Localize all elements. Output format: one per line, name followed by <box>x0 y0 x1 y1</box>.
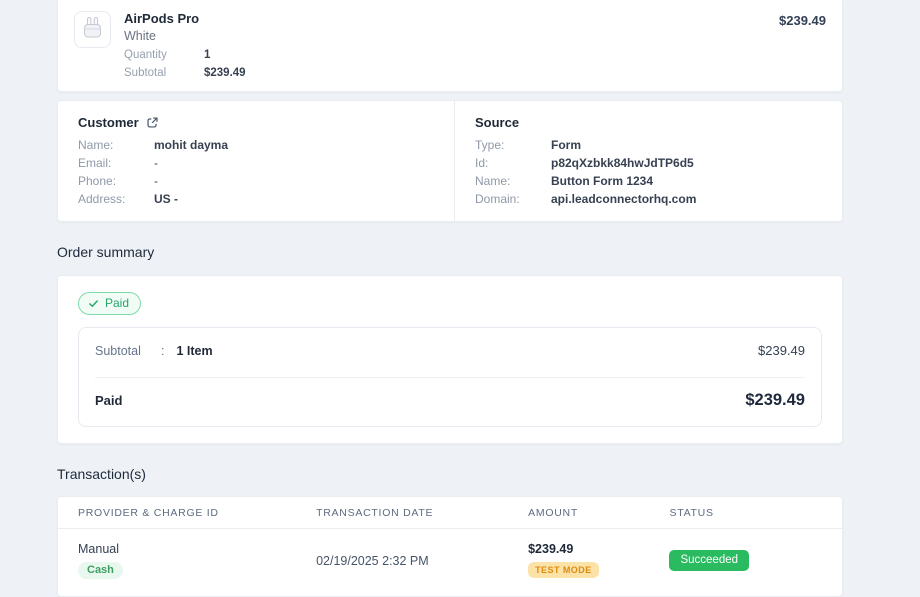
check-icon <box>88 298 99 309</box>
phone-label: Phone: <box>78 174 117 188</box>
amount-cell: $239.49 TEST MODE <box>528 542 669 579</box>
customer-address-row: Address: US - <box>78 190 434 208</box>
provider-name: Manual <box>78 542 119 556</box>
transaction-row: Manual Cash 02/19/2025 2:32 PM $239.49 T… <box>58 529 842 596</box>
source-id-link[interactable]: p82qXzbkk84hwJdTP6d5 <box>551 156 694 170</box>
summary-subtotal-label: Subtotal <box>95 343 141 358</box>
payment-method-badge: Cash <box>78 562 123 579</box>
customer-section: Customer Name: mohit dayma Email: - Phon… <box>58 101 454 221</box>
name-label: Name: <box>78 138 114 152</box>
summary-paid-row: Paid $239.49 <box>95 391 805 410</box>
column-transaction-date: TRANSACTION DATE <box>316 507 434 519</box>
id-label: Id: <box>475 156 489 170</box>
column-status: STATUS <box>669 507 714 519</box>
transactions-table-header: PROVIDER & CHARGE ID TRANSACTION DATE AM… <box>58 497 842 529</box>
status-badge: Succeeded <box>669 550 750 571</box>
order-summary-heading: Order summary <box>57 244 155 260</box>
subtotal-label: Subtotal <box>124 67 167 79</box>
customer-name-row: Name: mohit dayma <box>78 136 434 154</box>
customer-heading: Customer <box>78 113 434 131</box>
product-variant: White <box>124 29 156 43</box>
external-link-icon[interactable] <box>146 116 159 129</box>
source-section: Source Type: Form Id: p82qXzbkk84hwJdTP6… <box>454 101 842 221</box>
product-image <box>74 11 111 48</box>
phone-value: - <box>154 174 158 188</box>
summary-paid-amount: $239.49 <box>745 391 805 409</box>
email-label: Email: <box>78 156 112 170</box>
source-title: Source <box>475 114 520 130</box>
summary-colon: : <box>161 343 165 358</box>
source-name-label: Name: <box>475 174 511 188</box>
status-cell: Succeeded <box>669 542 822 579</box>
source-name-row: Name: Button Form 1234 <box>475 172 822 190</box>
summary-subtotal-amount: $239.49 <box>758 343 805 358</box>
column-provider-charge-id: PROVIDER & CHARGE ID <box>78 507 219 519</box>
product-price: $239.49 <box>779 13 826 28</box>
summary-box: Subtotal : 1 Item $239.49 Paid $239.49 <box>78 327 822 427</box>
transactions-table: PROVIDER & CHARGE ID TRANSACTION DATE AM… <box>57 496 843 597</box>
source-domain-row: Domain: api.leadconnectorhq.com <box>475 190 822 208</box>
name-value: mohit dayma <box>154 138 229 152</box>
source-type-row: Type: Form <box>475 136 822 154</box>
test-mode-badge: TEST MODE <box>528 562 599 578</box>
summary-paid-label: Paid <box>95 393 123 408</box>
customer-email-row: Email: - <box>78 154 434 172</box>
product-subtotal-row: Subtotal $239.49 <box>124 67 779 79</box>
source-name-value: Button Form 1234 <box>551 174 654 188</box>
quantity-label: Quantity <box>124 49 167 61</box>
source-domain-link[interactable]: api.leadconnectorhq.com <box>551 192 696 206</box>
airpods-product-icon <box>79 14 106 46</box>
address-label: Address: <box>78 192 126 206</box>
order-summary-card: Paid Subtotal : 1 Item $239.49 Paid $239… <box>57 275 843 444</box>
address-value: US - <box>154 192 178 206</box>
product-name: AirPods Pro <box>124 11 200 26</box>
transaction-date: 02/19/2025 2:32 PM <box>316 553 429 568</box>
customer-phone-row: Phone: - <box>78 172 434 190</box>
summary-subtotal-row: Subtotal : 1 Item $239.49 <box>95 343 805 358</box>
type-label: Type: <box>475 138 505 152</box>
summary-divider <box>95 377 805 378</box>
product-info: AirPods Pro White Quantity 1 Subtotal $2… <box>124 11 779 79</box>
date-cell: 02/19/2025 2:32 PM <box>316 542 528 579</box>
customer-source-card: Customer Name: mohit dayma Email: - Phon… <box>57 100 843 222</box>
column-amount: AMOUNT <box>528 507 579 519</box>
domain-label: Domain: <box>475 192 520 206</box>
customer-title: Customer <box>78 114 139 130</box>
paid-badge-label: Paid <box>105 296 130 310</box>
provider-cell: Manual Cash <box>78 542 316 579</box>
transaction-amount: $239.49 <box>528 542 574 556</box>
product-quantity-row: Quantity 1 <box>124 49 779 61</box>
product-card: AirPods Pro White Quantity 1 Subtotal $2… <box>57 0 843 92</box>
email-value: - <box>154 156 158 170</box>
source-heading: Source <box>475 113 822 131</box>
quantity-value: 1 <box>204 49 211 61</box>
type-value: Form <box>551 138 581 152</box>
order-detail-page: AirPods Pro White Quantity 1 Subtotal $2… <box>57 0 843 597</box>
subtotal-value: $239.49 <box>204 67 246 79</box>
paid-status-badge: Paid <box>78 292 142 315</box>
source-id-row: Id: p82qXzbkk84hwJdTP6d5 <box>475 154 822 172</box>
transactions-heading: Transaction(s) <box>57 466 146 482</box>
summary-item-count: 1 Item <box>176 343 213 358</box>
